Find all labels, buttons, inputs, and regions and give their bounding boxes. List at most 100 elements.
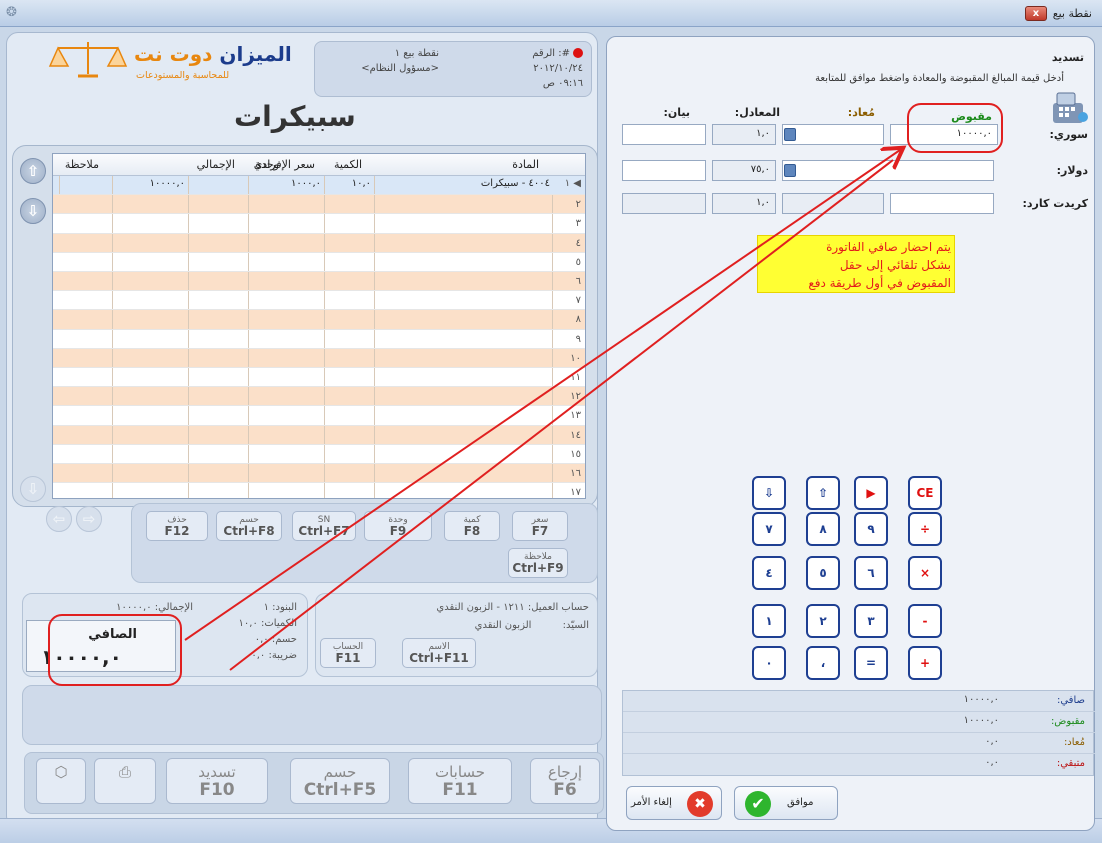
table-cell[interactable] <box>375 368 553 387</box>
keypad-key[interactable]: ٣ <box>854 604 888 638</box>
table-cell[interactable] <box>113 425 189 444</box>
table-cell[interactable] <box>113 310 189 329</box>
table-row[interactable]: ٦ <box>53 272 585 292</box>
keypad-key[interactable]: ، <box>806 646 840 680</box>
keypad-key[interactable]: CE <box>908 476 942 510</box>
table-cell[interactable] <box>189 310 249 329</box>
table-cell[interactable] <box>325 214 375 233</box>
dollar-statement-field[interactable] <box>622 160 706 181</box>
table-cell[interactable] <box>113 464 189 483</box>
table-cell[interactable] <box>189 348 249 367</box>
keypad-key[interactable]: ⇧ <box>806 476 840 510</box>
items-grid[interactable]: المادة الكمية سعر الإفرادي وحدة الإجمالي… <box>52 153 586 499</box>
cell-qty[interactable]: ١٠,٠ <box>325 176 375 195</box>
table-cell[interactable] <box>189 387 249 406</box>
table-cell[interactable] <box>375 252 553 271</box>
table-cell[interactable] <box>189 291 249 310</box>
discount-line-button[interactable]: حسم Ctrl+F8 <box>216 511 282 541</box>
table-cell[interactable] <box>113 291 189 310</box>
table-cell[interactable] <box>113 195 189 214</box>
table-cell[interactable] <box>113 272 189 291</box>
table-cell[interactable] <box>189 444 249 463</box>
table-cell[interactable] <box>249 291 325 310</box>
table-cell[interactable] <box>53 252 113 271</box>
keypad-key[interactable]: ٩ <box>854 512 888 546</box>
table-cell[interactable] <box>375 483 553 498</box>
table-cell[interactable] <box>113 368 189 387</box>
table-cell[interactable] <box>325 310 375 329</box>
table-cell[interactable] <box>325 368 375 387</box>
table-cell[interactable] <box>249 387 325 406</box>
table-cell[interactable] <box>53 272 113 291</box>
unit-button[interactable]: وحدة F9 <box>364 511 432 541</box>
cell-unit[interactable] <box>189 176 249 195</box>
table-cell[interactable] <box>189 252 249 271</box>
dollar-received-field[interactable] <box>782 160 994 181</box>
table-cell[interactable] <box>325 387 375 406</box>
table-cell[interactable] <box>325 406 375 425</box>
table-cell[interactable] <box>375 329 553 348</box>
scroll-end-button[interactable]: ⇩ <box>20 476 46 502</box>
table-cell[interactable] <box>375 310 553 329</box>
table-row[interactable]: ٢ <box>53 195 585 215</box>
table-row[interactable]: ٥ <box>53 252 585 272</box>
next-button[interactable]: ⇨ <box>76 506 102 532</box>
table-cell[interactable] <box>113 444 189 463</box>
keypad-key[interactable]: ٤ <box>752 556 786 590</box>
accounts-button[interactable]: حسابات F11 <box>408 758 512 804</box>
table-cell[interactable] <box>53 444 113 463</box>
table-cell[interactable] <box>113 483 189 498</box>
table-cell[interactable] <box>113 406 189 425</box>
table-cell[interactable] <box>249 368 325 387</box>
table-cell[interactable] <box>375 233 553 252</box>
keypad-key[interactable]: ٦ <box>854 556 888 590</box>
table-cell[interactable] <box>325 233 375 252</box>
table-cell[interactable] <box>53 348 113 367</box>
return-button[interactable]: إرجاع F6 <box>530 758 600 804</box>
table-cell[interactable] <box>375 272 553 291</box>
table-cell[interactable] <box>113 233 189 252</box>
app-icon[interactable]: ❂ <box>6 5 17 20</box>
table-row[interactable]: ١٥ <box>53 444 585 464</box>
table-cell[interactable] <box>375 464 553 483</box>
keypad-key[interactable]: ⇩ <box>752 476 786 510</box>
table-cell[interactable] <box>325 329 375 348</box>
table-cell[interactable] <box>325 252 375 271</box>
table-row[interactable]: ٤ <box>53 233 585 253</box>
table-cell[interactable] <box>325 348 375 367</box>
customer-name-button[interactable]: الاسم Ctrl+F11 <box>402 638 476 668</box>
table-cell[interactable] <box>375 214 553 233</box>
keypad-key[interactable]: ٧ <box>752 512 786 546</box>
sn-button[interactable]: SN Ctrl+F7 <box>292 511 356 541</box>
table-cell[interactable] <box>189 233 249 252</box>
keypad-key[interactable]: ÷ <box>908 512 942 546</box>
cell-item[interactable]: ٤٠٠٤ - سبيكرات <box>375 176 553 194</box>
table-cell[interactable] <box>325 291 375 310</box>
table-cell[interactable] <box>53 214 113 233</box>
table-cell[interactable] <box>375 444 553 463</box>
table-cell[interactable] <box>325 425 375 444</box>
table-cell[interactable] <box>375 425 553 444</box>
table-cell[interactable] <box>53 233 113 252</box>
table-cell[interactable] <box>249 464 325 483</box>
prev-button[interactable]: ⇦ <box>46 506 72 532</box>
table-row[interactable]: ٧ <box>53 291 585 311</box>
table-cell[interactable] <box>189 406 249 425</box>
table-cell[interactable] <box>189 483 249 498</box>
invoice-discount-button[interactable]: حسم Ctrl+F5 <box>290 758 390 804</box>
table-cell[interactable] <box>189 464 249 483</box>
table-cell[interactable] <box>375 195 553 214</box>
cell-notes[interactable] <box>53 176 113 195</box>
table-cell[interactable] <box>53 195 113 214</box>
calculator-icon[interactable] <box>784 128 796 141</box>
table-cell[interactable] <box>249 214 325 233</box>
table-cell[interactable] <box>113 348 189 367</box>
keypad-key[interactable]: = <box>854 646 888 680</box>
table-cell[interactable] <box>189 368 249 387</box>
table-cell[interactable] <box>113 387 189 406</box>
table-row[interactable]: ٩ <box>53 329 585 349</box>
cell-total[interactable]: ١٠٠٠٠,٠ <box>113 176 189 195</box>
table-cell[interactable] <box>375 387 553 406</box>
table-cell[interactable] <box>249 329 325 348</box>
calculator-icon[interactable] <box>784 164 796 177</box>
